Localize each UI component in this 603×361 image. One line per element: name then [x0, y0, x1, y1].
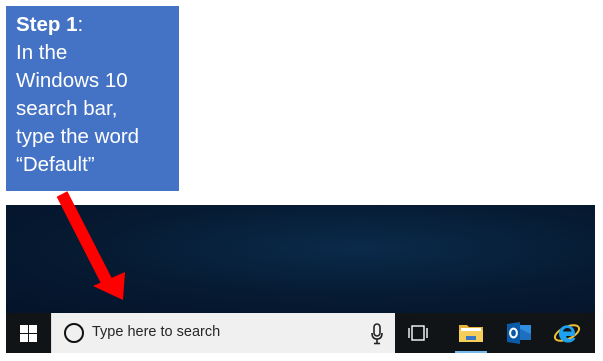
callout-line-5: “Default” [16, 153, 95, 176]
taskbar-app-file-explorer[interactable] [447, 313, 495, 353]
running-indicator [455, 351, 487, 353]
callout-line-1: In the [16, 41, 68, 64]
cortana-circle-icon [64, 323, 84, 343]
callout-line-4: type the word [16, 125, 140, 148]
taskbar-app-outlook[interactable] [495, 313, 543, 353]
callout-step-line: Step 1: [16, 11, 169, 39]
search-placeholder: Type here to search [92, 324, 221, 340]
search-box[interactable]: Type here to search [51, 313, 395, 353]
task-view-button[interactable] [395, 313, 441, 353]
windows-logo-icon [20, 324, 37, 342]
callout-line-3: search bar, [16, 97, 118, 120]
outlook-icon [507, 322, 531, 344]
task-view-icon [408, 325, 428, 341]
callout-step-label: Step 1 [16, 13, 78, 36]
callout-line-2: Windows 10 [16, 69, 128, 92]
start-button[interactable] [6, 313, 51, 353]
internet-explorer-icon [553, 324, 581, 343]
microphone-icon[interactable] [370, 323, 384, 345]
taskbar: Type here to search [6, 313, 595, 353]
folder-icon [459, 325, 483, 342]
instruction-callout: Step 1: In the Windows 10 search bar, ty… [6, 6, 179, 191]
callout-step-colon: : [77, 13, 84, 36]
desktop-background [6, 205, 595, 313]
taskbar-app-internet-explorer[interactable] [543, 313, 591, 353]
